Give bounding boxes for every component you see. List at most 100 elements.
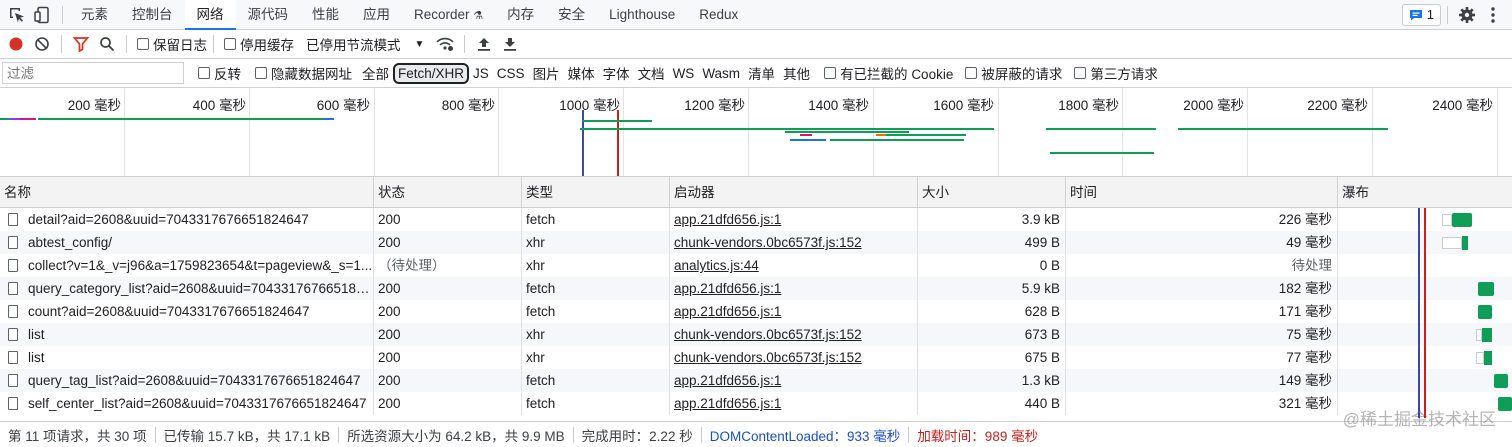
issues-badge[interactable]: 1 [1401,3,1441,26]
tab-memory[interactable]: 内存 [495,0,546,30]
tab-console[interactable]: 控制台 [120,0,185,30]
time-cell: 77 毫秒 [1066,346,1338,369]
tab-performance[interactable]: 性能 [300,0,351,30]
checkbox-box[interactable] [198,67,210,79]
inspect-element-icon[interactable] [4,2,30,28]
checkbox-box[interactable] [965,67,978,79]
table-row[interactable]: detail?aid=2608&uuid=7043317676651824647… [0,208,1512,231]
column-header-time[interactable]: 时间 [1066,177,1338,208]
clear-icon[interactable] [29,31,55,57]
table-row[interactable]: abtest_config/ 200 xhr chunk-vendors.0bc… [0,231,1512,254]
type-filter-js[interactable]: JS [469,66,493,81]
type-filter-other[interactable]: 其他 [779,63,814,83]
more-options-icon[interactable] [1480,2,1506,28]
table-row[interactable]: count?aid=2608&uuid=7043317676651824647 … [0,300,1512,323]
filter-funnel-icon[interactable] [68,31,94,57]
invert-checkbox[interactable]: 反转 [198,63,241,83]
settings-gear-icon[interactable] [1454,2,1480,28]
search-icon[interactable] [94,31,120,57]
overview-request-bar [876,134,886,136]
type-filter-css[interactable]: CSS [493,66,529,81]
request-name: query_category_list?aid=2608&uuid=704331… [28,281,374,296]
tab-redux[interactable]: Redux [687,0,750,30]
column-header-name[interactable]: 名称 [0,177,374,208]
request-table-body: detail?aid=2608&uuid=7043317676651824647… [0,208,1512,418]
type-filter-wasm[interactable]: Wasm [698,66,744,81]
network-overview-timeline[interactable]: 200 毫秒 400 毫秒 600 毫秒 800 毫秒 1000 毫秒 1200… [0,88,1512,177]
size-cell: 499 B [918,231,1066,254]
table-row[interactable]: query_tag_list?aid=2608&uuid=70433176766… [0,369,1512,392]
export-har-download-icon[interactable] [497,31,523,57]
type-filter-img[interactable]: 图片 [529,63,564,83]
type-filter-all[interactable]: 全部 [358,63,393,83]
tab-application[interactable]: 应用 [351,0,402,30]
table-row[interactable]: self_center_list?aid=2608&uuid=704331767… [0,392,1512,415]
initiator-link[interactable]: app.21dfd656.js:1 [674,304,781,319]
tab-lighthouse[interactable]: Lighthouse [597,0,687,30]
import-har-upload-icon[interactable] [471,31,497,57]
status-cell: 200 [374,231,522,254]
column-header-size[interactable]: 大小 [918,177,1066,208]
record-icon[interactable] [3,31,29,57]
filter-input[interactable] [2,62,184,84]
tab-sources[interactable]: 源代码 [236,0,301,30]
column-header-type[interactable]: 类型 [522,177,670,208]
column-header-waterfall[interactable]: 瀑布 [1338,177,1512,208]
tab-recorder[interactable]: Recorder ⚗ [402,0,495,30]
tab-network[interactable]: 网络 [184,0,236,30]
device-toolbar-icon[interactable] [30,2,56,28]
table-row[interactable]: list 200 xhr chunk-vendors.0bc6573f.js:1… [0,323,1512,346]
initiator-link[interactable]: chunk-vendors.0bc6573f.js:152 [674,235,862,250]
table-row[interactable]: query_category_list?aid=2608&uuid=704331… [0,277,1512,300]
initiator-link[interactable]: app.21dfd656.js:1 [674,281,781,296]
preserve-log-checkbox[interactable]: 保留日志 [137,34,207,54]
initiator-link[interactable]: app.21dfd656.js:1 [674,373,781,388]
type-filter-fetch-xhr[interactable]: Fetch/XHR [393,62,470,84]
document-icon [8,236,18,249]
gridline [1122,88,1123,176]
third-party-checkbox[interactable]: 第三方请求 [1074,63,1158,83]
request-name: query_tag_list?aid=2608&uuid=70433176766… [28,373,361,388]
type-filter-manifest[interactable]: 清单 [744,63,779,83]
blocked-requests-checkbox[interactable]: 被屏蔽的请求 [965,63,1062,83]
dom-content-loaded-text: DOMContentLoaded：933 毫秒 [709,428,901,444]
type-filter-media[interactable]: 媒体 [564,63,599,83]
checkbox-box[interactable] [224,38,236,50]
tab-security[interactable]: 安全 [546,0,597,30]
hide-data-urls-checkbox[interactable]: 隐藏数据网址 [255,63,352,83]
disable-cache-checkbox[interactable]: 停用缓存 [224,34,294,54]
column-header-initiator[interactable]: 启动器 [670,177,918,208]
table-row[interactable]: collect?v=1&_v=j96&a=1759823654&t=pagevi… [0,254,1512,277]
initiator-link[interactable]: app.21dfd656.js:1 [674,396,781,411]
throttling-label: 已停用节流模式 [306,38,401,53]
type-filter-font[interactable]: 字体 [599,63,634,83]
gridline [249,88,250,176]
type-cell: fetch [522,392,670,415]
type-filter-ws[interactable]: WS [669,66,699,81]
table-row[interactable]: list 200 xhr chunk-vendors.0bc6573f.js:1… [0,346,1512,369]
checkbox-box[interactable] [824,67,837,79]
initiator-link[interactable]: analytics.js:44 [674,258,759,273]
gridline [623,88,624,176]
type-cell: xhr [522,254,670,277]
tab-elements[interactable]: 元素 [69,0,120,30]
column-header-status[interactable]: 状态 [374,177,522,208]
tab-recorder-label: Recorder [414,6,470,22]
checkbox-box[interactable] [1074,67,1087,79]
throttling-select[interactable]: 已停用节流模式 ▼ [306,34,424,54]
timeline-tick-label: 1000 毫秒 [559,98,620,113]
network-conditions-wifi-icon[interactable] [432,31,458,57]
checkbox-box[interactable] [255,67,267,79]
checkbox-box[interactable] [137,38,149,50]
request-name-cell: count?aid=2608&uuid=7043317676651824647 [0,300,374,323]
type-filter-doc[interactable]: 文档 [634,63,669,83]
time-cell: 149 毫秒 [1066,369,1338,392]
document-icon [8,397,18,410]
document-icon [8,282,18,295]
initiator-link[interactable]: app.21dfd656.js:1 [674,212,781,227]
blocked-cookies-checkbox[interactable]: 有已拦截的 Cookie [824,63,953,83]
initiator-cell: app.21dfd656.js:1 [670,208,918,231]
initiator-link[interactable]: chunk-vendors.0bc6573f.js:152 [674,327,862,342]
initiator-link[interactable]: chunk-vendors.0bc6573f.js:152 [674,350,862,365]
filter-bar: 反转 隐藏数据网址 全部 Fetch/XHR JS CSS 图片 媒体 字体 文… [0,59,1512,88]
